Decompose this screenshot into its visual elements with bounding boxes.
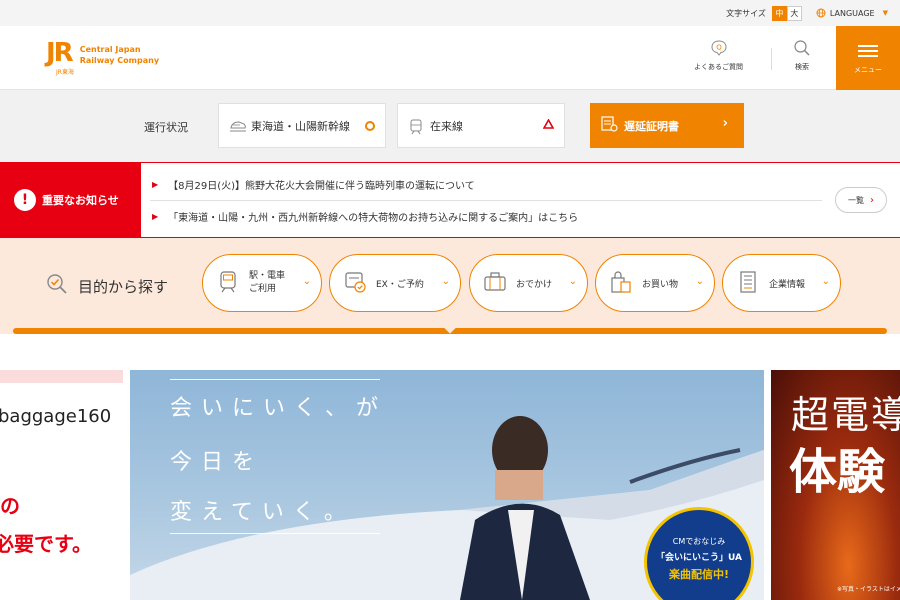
chevron-down-icon: ▼ bbox=[882, 9, 888, 17]
chevron-down-icon: ⌄ bbox=[695, 276, 704, 287]
copy-rule-bottom bbox=[170, 533, 380, 534]
shinkansen-label: 東海道・山陽新幹線 bbox=[251, 119, 350, 133]
important-notice-section: ! 重要なお知らせ ▶ 【8月29日(火)】熊野大花火大会開催に伴う臨時列車の運… bbox=[0, 162, 900, 238]
banner-baggage-red-line1: の bbox=[0, 494, 20, 518]
notice-item-text: 【8月29日(火)】熊野大花火大会開催に伴う臨時列車の運転について bbox=[168, 181, 475, 192]
chevron-right-icon: › bbox=[870, 194, 874, 206]
search-label: 検索 bbox=[795, 63, 809, 71]
speech-bubble-icon: Q bbox=[709, 38, 729, 58]
copy-rule-top bbox=[170, 379, 380, 380]
banner-baggage-text: baggage160 bbox=[0, 406, 112, 427]
operation-status-title: 運行状況 bbox=[144, 121, 188, 134]
faq-link[interactable]: Q よくあるご質問 bbox=[694, 38, 743, 72]
faq-label: よくあるご質問 bbox=[694, 63, 743, 71]
purpose-outing-button[interactable]: おでかけ ⌄ bbox=[469, 254, 588, 312]
notice-divider bbox=[150, 200, 822, 201]
notice-item[interactable]: ▶ 【8月29日(火)】熊野大花火大会開催に伴う臨時列車の運転について bbox=[152, 177, 475, 192]
purpose-station-label: 駅・電車 ご利用 bbox=[249, 271, 286, 294]
campaign-copy-line2: 今日を bbox=[170, 450, 264, 475]
delay-certificate-label: 遅延証明書 bbox=[624, 119, 679, 133]
site-header: JR JR東海 Central Japan Railway Company Q … bbox=[0, 26, 900, 90]
font-size-medium-button[interactable]: 中 bbox=[771, 5, 787, 21]
notice-item-text: 「東海道・山陽・九州・西九州新幹線への特大荷物のお持ち込みに関するご案内」はこち… bbox=[168, 213, 579, 224]
logo-sub: JR東海 bbox=[56, 69, 74, 76]
logo-mark: JR bbox=[46, 38, 74, 68]
campaign-copy-line3: 変えていく。 bbox=[170, 500, 355, 525]
exclamation-icon: ! bbox=[14, 189, 36, 211]
notice-item[interactable]: ▶ 「東海道・山陽・九州・西九州新幹線への特大荷物のお持ち込みに関するご案内」は… bbox=[152, 209, 578, 224]
notice-list-label: 一覧 bbox=[848, 195, 864, 205]
notice-list-button[interactable]: 一覧 › bbox=[835, 187, 887, 213]
utility-bar: 文字サイズ 中 大 LANGUAGE ▼ bbox=[0, 0, 900, 26]
purpose-corporate-button[interactable]: 企業情報 ⌄ bbox=[722, 254, 841, 312]
company-name-line1: Central Japan bbox=[79, 45, 141, 54]
shinkansen-status-mark bbox=[365, 121, 375, 131]
jr-central-logo[interactable]: JR JR東海 Central Japan Railway Company bbox=[46, 38, 159, 76]
maglev-title-line1: 超電導 bbox=[791, 393, 900, 437]
campaign-copy-line1: 会いにいく、が bbox=[170, 396, 388, 421]
company-name-line2: Railway Company bbox=[79, 56, 160, 65]
maglev-title-line2: 体験 bbox=[789, 444, 886, 500]
banner-campaign[interactable]: 会いにいく、が 今日を 変えていく。 CMでおなじみ 「会いにいこう」UA 楽曲… bbox=[130, 370, 764, 600]
menu-button[interactable]: メニュー bbox=[836, 26, 900, 90]
badge-line1: CMでおなじみ bbox=[672, 537, 726, 546]
operation-status-section: 運行状況 東海道・山陽新幹線 在来線 遅延証明書 › bbox=[0, 90, 900, 162]
document-icon bbox=[600, 115, 618, 136]
font-size-label: 文字サイズ bbox=[726, 8, 766, 18]
banner-baggage-red-line2: 必要です。 bbox=[0, 532, 92, 556]
conventional-status-card[interactable]: 在来線 bbox=[397, 103, 565, 148]
caret-right-icon: ▶ bbox=[152, 180, 159, 189]
chevron-down-icon: ⌄ bbox=[441, 276, 450, 287]
important-notice-label: ! 重要なお知らせ bbox=[0, 163, 141, 237]
header-divider bbox=[771, 48, 772, 70]
company-name: Central Japan Railway Company bbox=[80, 44, 159, 66]
badge-line2: 「会いにいこう」UA bbox=[656, 553, 742, 563]
menu-label: メニュー bbox=[854, 65, 882, 74]
caret-right-icon: ▶ bbox=[152, 212, 159, 221]
globe-icon bbox=[816, 8, 826, 18]
purpose-ex-button[interactable]: EX・ご予約 ⌄ bbox=[329, 254, 461, 312]
badge-line3: 楽曲配信中! bbox=[668, 568, 730, 581]
purpose-ex-label: EX・ご予約 bbox=[376, 279, 424, 290]
language-label: LANGUAGE bbox=[829, 8, 875, 18]
banner-baggage-strip bbox=[0, 370, 123, 383]
important-notice-title: 重要なお知らせ bbox=[42, 194, 119, 207]
conventional-label: 在来線 bbox=[430, 119, 463, 133]
purpose-shopping-label: お買い物 bbox=[642, 279, 679, 290]
svg-text:Q: Q bbox=[716, 44, 722, 52]
chevron-right-icon: › bbox=[722, 116, 728, 131]
building-icon bbox=[735, 269, 761, 298]
purpose-search-title: 目的から探す bbox=[78, 277, 169, 296]
purpose-station-button[interactable]: 駅・電車 ご利用 ⌄ bbox=[202, 254, 322, 312]
magnifier-check-icon bbox=[46, 273, 68, 299]
shopping-bag-icon bbox=[608, 269, 634, 298]
chevron-down-icon: ⌄ bbox=[302, 276, 311, 287]
chevron-down-icon: ⌄ bbox=[568, 276, 577, 287]
ticket-reserve-icon bbox=[342, 269, 368, 298]
purpose-search-section: 目的から探す 駅・電車 ご利用 ⌄ EX・ご予約 ⌄ おでかけ ⌄ お買い物 ⌄ … bbox=[0, 238, 900, 334]
conventional-status-mark bbox=[542, 118, 555, 132]
purpose-shopping-button[interactable]: お買い物 ⌄ bbox=[595, 254, 715, 312]
search-icon bbox=[792, 38, 812, 58]
image-disclaimer: ※写真・イラストはイメージです。 bbox=[837, 586, 900, 593]
purpose-corporate-label: 企業情報 bbox=[769, 279, 806, 290]
banner-carousel: baggage160 の 必要です。 会いにいく、が 今日を 変えていく。 CM… bbox=[0, 370, 900, 600]
banner-baggage[interactable]: baggage160 の 必要です。 bbox=[0, 370, 123, 600]
train-icon bbox=[408, 118, 424, 134]
suitcase-icon bbox=[482, 269, 508, 298]
chevron-down-icon: ⌄ bbox=[821, 276, 830, 287]
train-front-icon bbox=[215, 269, 241, 298]
language-selector[interactable]: LANGUAGE ▼ bbox=[816, 8, 888, 18]
delay-certificate-button[interactable]: 遅延証明書 › bbox=[590, 103, 744, 148]
search-link[interactable]: 検索 bbox=[792, 38, 812, 72]
shinkansen-status-card[interactable]: 東海道・山陽新幹線 bbox=[218, 103, 386, 148]
font-size-large-button[interactable]: 大 bbox=[786, 5, 802, 21]
purpose-outing-label: おでかけ bbox=[516, 279, 553, 290]
shinkansen-icon bbox=[229, 118, 246, 134]
purpose-search-heading: 目的から探す bbox=[46, 273, 168, 299]
hamburger-icon bbox=[858, 42, 878, 60]
banner-maglev-experience[interactable]: 超電導 体験 ※写真・イラストはイメージです。 bbox=[771, 370, 900, 600]
